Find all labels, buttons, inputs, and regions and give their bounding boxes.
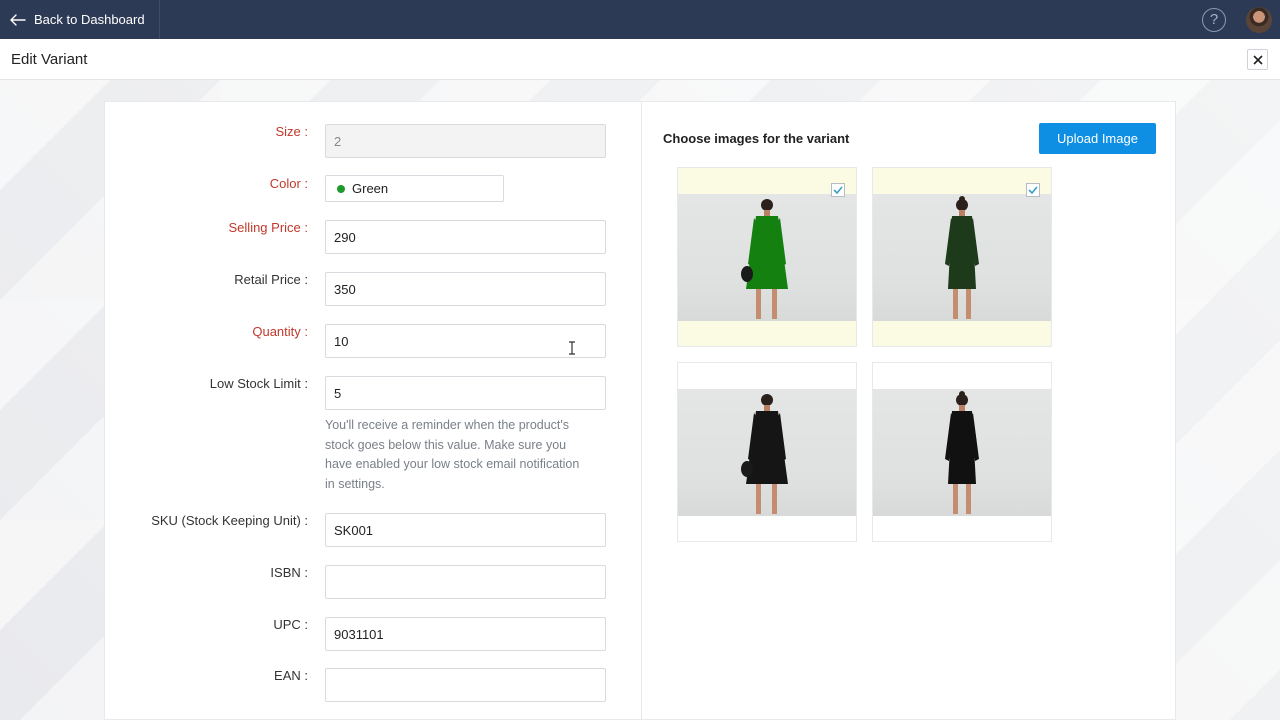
- variant-image-thumb[interactable]: [677, 167, 857, 347]
- sku-label: SKU (Stock Keeping Unit) :: [151, 513, 308, 528]
- upc-label: UPC :: [273, 617, 308, 632]
- ean-field[interactable]: [325, 668, 606, 702]
- model-figure-front: [741, 394, 788, 514]
- edit-variant-card: Size : Color : Green Selling Price : Ret…: [104, 101, 1176, 720]
- column-divider: [641, 102, 642, 720]
- size-label: Size :: [275, 124, 308, 139]
- retail-price-label: Retail Price :: [234, 272, 308, 287]
- dress-photo: [873, 389, 1051, 516]
- dress-photo: [873, 194, 1051, 321]
- low-stock-label: Low Stock Limit :: [209, 376, 308, 391]
- arrow-left-icon: [10, 13, 26, 26]
- sku-field[interactable]: [325, 513, 606, 547]
- variant-image-thumb[interactable]: [872, 362, 1052, 542]
- variant-image-thumb[interactable]: [677, 362, 857, 542]
- upc-field[interactable]: [325, 617, 606, 651]
- close-icon: [1252, 54, 1263, 65]
- back-to-dashboard-link[interactable]: Back to Dashboard: [0, 0, 160, 39]
- help-symbol: ?: [1209, 11, 1219, 28]
- quantity-field[interactable]: [325, 324, 606, 358]
- page-header: Edit Variant: [0, 39, 1280, 80]
- variant-image-thumb[interactable]: [872, 167, 1052, 347]
- dress-photo: [678, 389, 856, 516]
- low-stock-field[interactable]: [325, 376, 606, 410]
- ean-label: EAN :: [274, 668, 308, 683]
- color-label: Color :: [269, 176, 308, 191]
- upload-image-button[interactable]: Upload Image: [1039, 123, 1156, 154]
- images-section-title: Choose images for the variant: [663, 131, 850, 146]
- checkmark-icon: [1028, 186, 1038, 194]
- model-figure-front: [741, 199, 788, 319]
- close-button[interactable]: [1247, 49, 1268, 70]
- low-stock-help-text: You'll receive a reminder when the produ…: [325, 416, 615, 494]
- quantity-label: Quantity :: [252, 324, 308, 339]
- help-line: in settings.: [325, 476, 385, 491]
- selling-price-field[interactable]: [325, 220, 606, 254]
- help-line: stock goes below this value. Make sure y…: [325, 437, 567, 452]
- checkmark-icon: [833, 186, 843, 194]
- color-select[interactable]: Green: [325, 175, 504, 202]
- model-figure-back: [945, 196, 979, 319]
- help-line: You'll receive a reminder when the produ…: [325, 418, 570, 432]
- page-title: Edit Variant: [11, 50, 88, 68]
- help-line: have enabled your low stock email notifi…: [325, 457, 580, 472]
- avatar[interactable]: [1246, 6, 1272, 33]
- text-cursor-icon: [569, 341, 575, 355]
- selected-checkbox[interactable]: [1026, 183, 1040, 197]
- selected-checkbox[interactable]: [831, 183, 845, 197]
- dress-photo: [678, 194, 856, 321]
- top-bar: Back to Dashboard ?: [0, 0, 1280, 39]
- isbn-label: ISBN :: [270, 565, 308, 580]
- back-to-dashboard-label: Back to Dashboard: [34, 12, 145, 27]
- color-value: Green: [352, 181, 389, 196]
- selling-price-label: Selling Price :: [228, 220, 308, 235]
- color-swatch: [337, 184, 345, 193]
- retail-price-field[interactable]: [325, 272, 606, 306]
- size-field: [325, 124, 606, 158]
- help-icon[interactable]: ?: [1202, 7, 1226, 32]
- isbn-field[interactable]: [325, 565, 606, 599]
- model-figure-back: [945, 391, 979, 514]
